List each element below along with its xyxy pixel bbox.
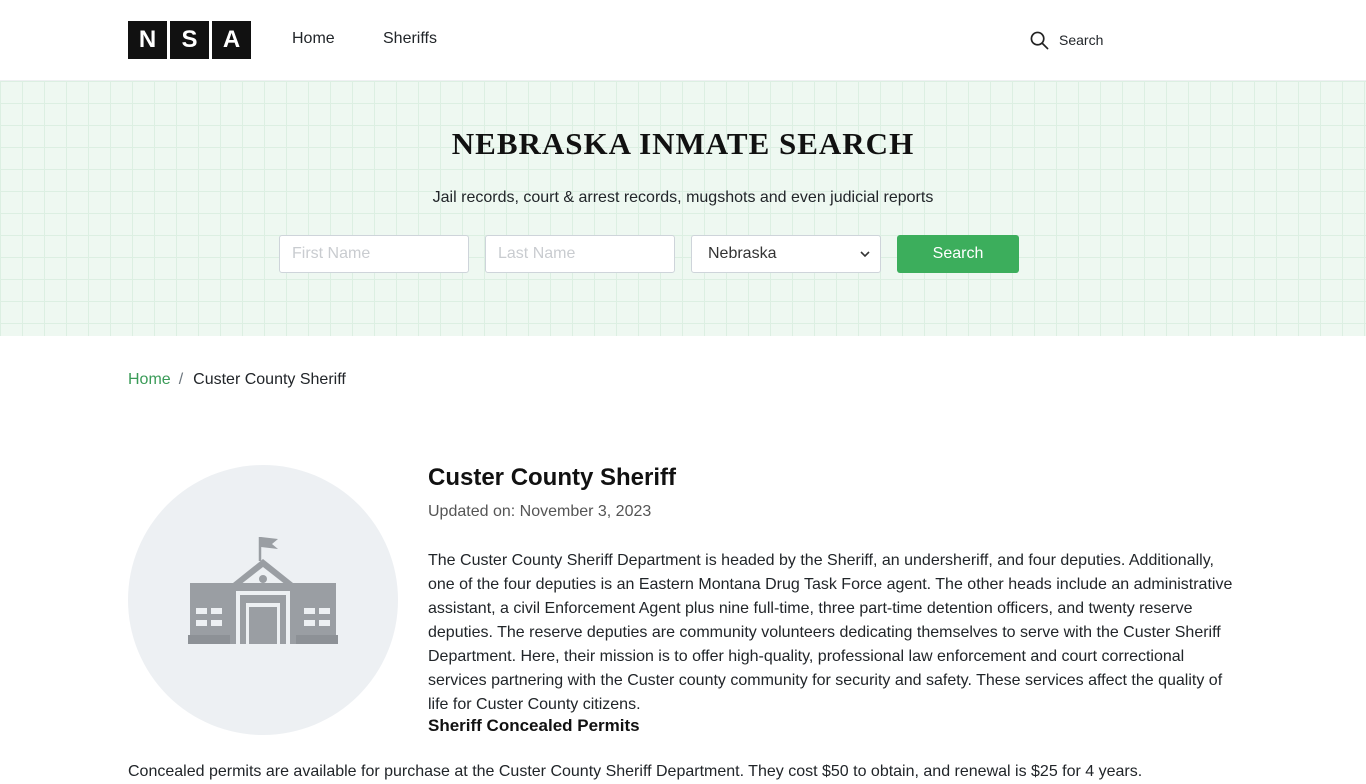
last-name-input[interactable] bbox=[485, 235, 675, 273]
breadcrumb: Home / Custer County Sheriff bbox=[128, 371, 346, 389]
logo-letter: N bbox=[128, 21, 167, 59]
breadcrumb-current: Custer County Sheriff bbox=[193, 371, 346, 388]
sheriff-description: The Custer County Sheriff Department is … bbox=[428, 552, 1233, 713]
courthouse-icon bbox=[188, 537, 338, 644]
site-logo[interactable]: N S A bbox=[128, 21, 251, 59]
concealed-permits-paragraph: Concealed permits are available for purc… bbox=[128, 763, 1143, 780]
page-title: Custer County Sheriff bbox=[428, 464, 677, 491]
header-search-button[interactable]: Search bbox=[1030, 29, 1103, 51]
breadcrumb-home-link[interactable]: Home bbox=[128, 371, 171, 389]
concealed-permits-heading: Sheriff Concealed Permits bbox=[428, 716, 640, 735]
first-name-input[interactable] bbox=[279, 235, 469, 273]
hero-title: NEBRASKA INMATE SEARCH bbox=[451, 126, 915, 161]
breadcrumb-separator: / bbox=[178, 371, 184, 388]
state-select-value: Nebraska bbox=[708, 245, 777, 262]
nav-sheriffs-link[interactable]: Sheriffs bbox=[383, 30, 437, 48]
logo-letter: A bbox=[212, 21, 251, 59]
hero-subtitle: Jail records, court & arrest records, mu… bbox=[432, 189, 934, 206]
search-icon bbox=[1030, 31, 1049, 49]
site-header: N S A Home Sheriffs Search bbox=[0, 0, 1366, 81]
updated-value: November 3, 2023 bbox=[519, 503, 652, 520]
sheriff-image bbox=[128, 465, 398, 735]
header-search-label: Search bbox=[1059, 32, 1104, 48]
nav-home-link[interactable]: Home bbox=[292, 30, 335, 48]
logo-letter: S bbox=[170, 21, 209, 59]
updated-label: Updated on: bbox=[428, 503, 516, 520]
hero-search-section: NEBRASKA INMATE SEARCH Jail records, cou… bbox=[0, 81, 1366, 336]
search-button[interactable]: Search bbox=[897, 235, 1019, 273]
chevron-down-icon bbox=[860, 251, 870, 258]
updated-date: Updated on: November 3, 2023 bbox=[428, 503, 651, 521]
state-select[interactable]: Nebraska bbox=[691, 235, 881, 273]
